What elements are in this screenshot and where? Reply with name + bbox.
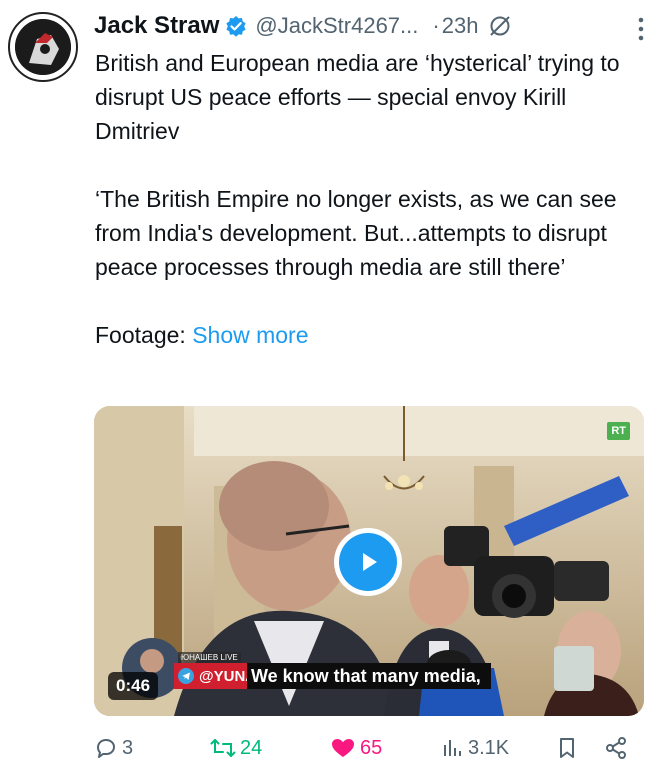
bookmark-icon [560,738,574,758]
view-count: 3.1K [468,736,510,759]
reply-count: 3 [122,736,134,759]
like-icon [332,739,354,757]
repost-icon [210,739,236,757]
bookmark-button[interactable] [556,736,578,760]
tweet-actions: 3 24 65 3.1K [94,732,644,772]
video-caption: We know that many media, [247,663,491,689]
video-player[interactable]: RT ЮНАШЕВ LIVE @YUNA We know that many m… [94,406,644,716]
repost-count: 24 [240,736,263,759]
avatar-image [15,19,71,75]
separator-dot: · [432,13,440,38]
share-icon [606,737,626,759]
views-button[interactable]: 3.1K [440,736,509,760]
telegram-icon [178,668,194,684]
author-handle[interactable]: @JackStr4267... [255,13,418,39]
views-icon [444,740,461,756]
channel-label: ЮНАШЕВ LIVE [178,652,241,663]
tweet-paragraph-2: ‘The British Empire no longer exists, as… [95,186,617,280]
play-button[interactable] [334,528,402,596]
more-options-icon[interactable] [638,16,644,47]
video-duration: 0:46 [108,672,159,700]
reply-icon [97,739,115,758]
tweet-paragraph-1: British and European media are ‘hysteric… [95,50,620,144]
timestamp[interactable]: 23h [442,13,479,39]
avatar[interactable] [8,12,78,82]
repost-button[interactable]: 24 [210,736,262,760]
share-button[interactable] [604,736,628,760]
verified-badge-icon [225,15,247,37]
rt-logo: RT [607,422,630,440]
grok-icon[interactable] [488,14,512,38]
footage-label: Footage: [95,322,193,348]
tweet-text: British and European media are ‘hysteric… [95,46,655,352]
author-name[interactable]: Jack Straw [94,12,219,40]
like-count: 65 [360,736,383,759]
show-more-link[interactable]: Show more [192,322,308,348]
reply-button[interactable]: 3 [94,736,133,760]
like-button[interactable]: 65 [330,736,382,760]
tweet-header: Jack Straw @JackStr4267... · 23h [94,8,650,44]
play-icon [363,553,377,571]
tweet-paragraph-3: Footage: Show more [95,318,655,352]
